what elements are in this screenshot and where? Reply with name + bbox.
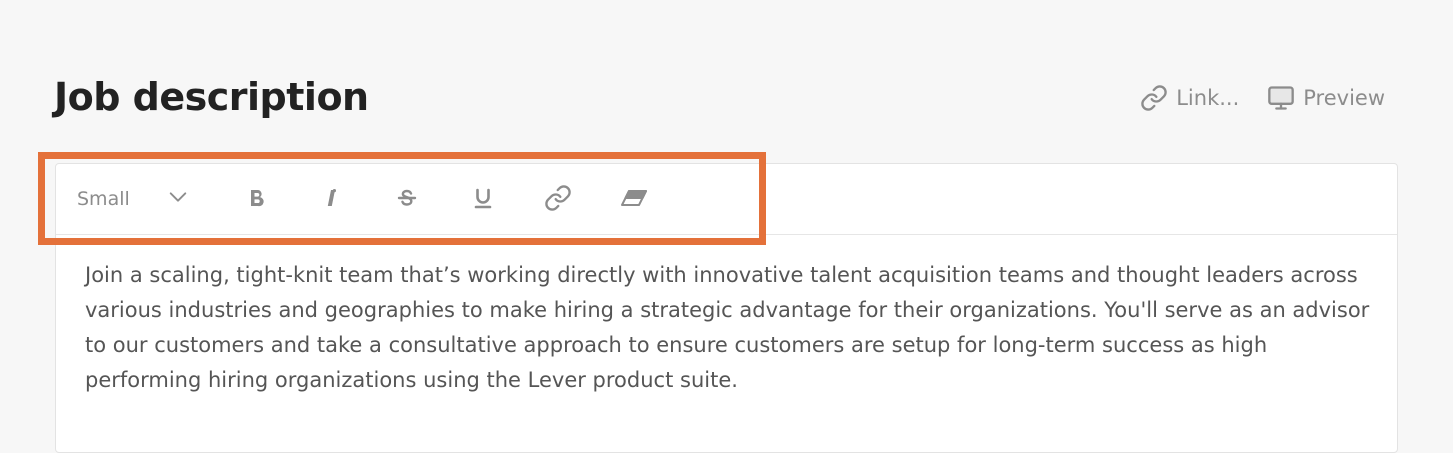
strikethrough-button[interactable] bbox=[392, 185, 422, 215]
underline-button[interactable] bbox=[468, 185, 498, 215]
bold-icon bbox=[247, 188, 267, 212]
preview-label: Preview bbox=[1303, 86, 1385, 110]
insert-link-button[interactable] bbox=[543, 185, 573, 215]
italic-button[interactable] bbox=[317, 185, 347, 215]
eraser-icon bbox=[620, 187, 650, 213]
job-description-text: Join a scaling, tight-knit team that’s w… bbox=[85, 263, 1370, 392]
strikethrough-icon bbox=[396, 187, 418, 213]
header-actions: Link... Preview bbox=[1140, 84, 1385, 112]
editor-content[interactable]: Join a scaling, tight-knit team that’s w… bbox=[85, 258, 1375, 398]
clear-formatting-button[interactable] bbox=[620, 185, 650, 215]
preview-action[interactable]: Preview bbox=[1267, 84, 1385, 112]
link-label: Link... bbox=[1176, 86, 1240, 110]
page-title: Job description bbox=[54, 75, 369, 119]
link-icon bbox=[1140, 84, 1168, 112]
text-size-value: Small bbox=[77, 188, 130, 210]
underline-icon bbox=[473, 187, 493, 213]
link-icon bbox=[544, 184, 572, 216]
editor-toolbar: Small bbox=[56, 164, 1397, 235]
bold-button[interactable] bbox=[242, 185, 272, 215]
chevron-down-icon bbox=[167, 186, 189, 213]
italic-icon bbox=[322, 188, 342, 212]
monitor-icon bbox=[1267, 84, 1295, 112]
link-action[interactable]: Link... bbox=[1140, 84, 1239, 112]
rich-text-editor: Small Join a scaling, tight-knit team th… bbox=[55, 163, 1398, 453]
text-size-select[interactable]: Small bbox=[77, 183, 189, 215]
